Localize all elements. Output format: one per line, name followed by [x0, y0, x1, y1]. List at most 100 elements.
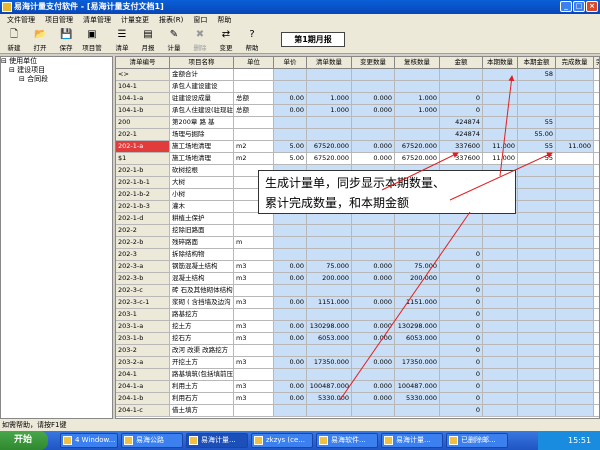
table-cell[interactable] — [518, 285, 556, 297]
table-cell[interactable] — [518, 393, 556, 405]
table-cell[interactable] — [234, 249, 274, 261]
table-cell[interactable]: 0.00 — [274, 261, 307, 273]
table-cell[interactable]: 1.000 — [307, 105, 352, 117]
table-cell[interactable]: 204-1-c — [116, 405, 170, 417]
table-cell[interactable]: 55 — [518, 141, 556, 153]
table-cell[interactable]: 挖石方 — [170, 333, 234, 345]
table-cell[interactable] — [518, 177, 556, 189]
table-cell[interactable] — [307, 213, 352, 225]
table-cell[interactable] — [307, 345, 352, 357]
table-cell[interactable] — [352, 405, 395, 417]
table-cell[interactable]: 55 — [518, 153, 556, 165]
col-header-period-amount[interactable]: 本期金额 — [518, 57, 556, 69]
table-cell[interactable] — [556, 345, 594, 357]
table-cell[interactable]: 0 — [440, 297, 483, 309]
table-row[interactable]: 202-2-b 残碎路面 m — [116, 237, 599, 249]
change-button[interactable]: ⇄ 变更 — [214, 28, 238, 52]
table-cell[interactable] — [556, 285, 594, 297]
table-cell[interactable]: 承包人住建设(驻现驻地) — [170, 105, 234, 117]
table-cell[interactable]: 总额 — [234, 105, 274, 117]
table-cell[interactable] — [483, 81, 518, 93]
table-cell[interactable]: 0.00 — [274, 393, 307, 405]
col-header-name[interactable]: 项目名称 — [170, 57, 234, 69]
table-cell[interactable]: <> — [116, 69, 170, 81]
table-cell[interactable]: 砖 石及其他砌体结构 — [170, 285, 234, 297]
table-cell[interactable] — [556, 357, 594, 369]
table-cell[interactable] — [594, 177, 599, 189]
table-cell[interactable] — [395, 285, 440, 297]
table-cell[interactable]: m3 — [234, 297, 274, 309]
table-cell[interactable]: 6053.000 — [307, 333, 352, 345]
table-cell[interactable]: 0.00 — [274, 357, 307, 369]
table-cell[interactable] — [234, 117, 274, 129]
table-cell[interactable]: 202-3 — [116, 249, 170, 261]
table-cell[interactable]: 0 — [440, 93, 483, 105]
table-cell[interactable] — [518, 201, 556, 213]
table-row[interactable]: 202-3-c 砖 石及其他砌体结构 0 — [116, 285, 599, 297]
open-button[interactable]: 📂 打开 — [28, 28, 52, 52]
table-cell[interactable] — [352, 285, 395, 297]
table-cell[interactable]: 337600 — [440, 153, 483, 165]
table-cell[interactable]: 借土填方 — [170, 405, 234, 417]
menu-window[interactable]: 窗口 — [188, 15, 212, 25]
table-cell[interactable] — [518, 309, 556, 321]
table-cell[interactable] — [594, 345, 599, 357]
table-cell[interactable]: 203-2 — [116, 345, 170, 357]
table-cell[interactable] — [395, 225, 440, 237]
table-cell[interactable] — [274, 309, 307, 321]
table-cell[interactable] — [395, 81, 440, 93]
table-row[interactable]: 203-1 路基挖方 0 — [116, 309, 599, 321]
table-cell[interactable]: 0.000 — [352, 393, 395, 405]
taskbar-item[interactable]: 4 Window... — [60, 433, 118, 448]
table-cell[interactable] — [594, 357, 599, 369]
table-cell[interactable] — [395, 237, 440, 249]
table-cell[interactable]: 利用石方 — [170, 393, 234, 405]
table-cell[interactable]: 200 — [116, 117, 170, 129]
table-row[interactable]: 202-3-b 混凝土结构 m3 0.00 200.000 0.000 200.000 0 — [116, 273, 599, 285]
table-cell[interactable] — [594, 189, 599, 201]
table-cell[interactable]: m2 — [234, 153, 274, 165]
table-row[interactable]: 204-1路基填筑(包括填前压实) 0 — [116, 369, 599, 381]
period-button[interactable]: 第1期月报 — [281, 32, 345, 47]
table-cell[interactable]: 75.000 — [307, 261, 352, 273]
table-cell[interactable] — [518, 333, 556, 345]
table-cell[interactable]: m2 — [234, 141, 274, 153]
table-cell[interactable]: 0.00 — [274, 105, 307, 117]
table-cell[interactable]: 11.000 — [483, 153, 518, 165]
table-cell[interactable]: 总额 — [234, 93, 274, 105]
table-cell[interactable] — [483, 237, 518, 249]
col-header-bill-qty[interactable]: 清单数量 — [307, 57, 352, 69]
table-cell[interactable] — [556, 213, 594, 225]
table-cell[interactable]: 0.000 — [352, 381, 395, 393]
table-cell[interactable]: 浆砌 ( 含挡墙及边沟 ) — [170, 297, 234, 309]
table-cell[interactable]: 203-1-b — [116, 333, 170, 345]
table-cell[interactable]: 67520.000 — [307, 141, 352, 153]
col-header-more[interactable]: 完 — [594, 57, 599, 69]
table-cell[interactable]: 104-1-b — [116, 105, 170, 117]
table-cell[interactable] — [307, 237, 352, 249]
col-header-change-qty[interactable]: 变更数量 — [352, 57, 395, 69]
table-cell[interactable] — [556, 249, 594, 261]
table-cell[interactable] — [483, 309, 518, 321]
table-cell[interactable]: 钢筋混凝土结构 — [170, 261, 234, 273]
table-cell[interactable] — [395, 249, 440, 261]
table-cell[interactable] — [483, 225, 518, 237]
table-cell[interactable]: 6053.000 — [395, 333, 440, 345]
table-cell[interactable] — [518, 369, 556, 381]
table-cell[interactable]: 0 — [440, 105, 483, 117]
col-header-unit[interactable]: 单位 — [234, 57, 274, 69]
table-cell[interactable] — [307, 309, 352, 321]
table-cell[interactable]: 0.000 — [352, 321, 395, 333]
table-cell[interactable] — [483, 261, 518, 273]
table-cell[interactable] — [518, 105, 556, 117]
table-cell[interactable]: 0.00 — [274, 381, 307, 393]
table-cell[interactable]: 202-1-d — [116, 213, 170, 225]
table-cell[interactable]: 0.00 — [274, 321, 307, 333]
table-cell[interactable]: 100487.000 — [395, 381, 440, 393]
table-cell[interactable]: m3 — [234, 321, 274, 333]
table-row[interactable]: 202-1-a 施工场地清理 m2 5.00 67520.000 0.000 67520.0… — [116, 141, 599, 153]
table-cell[interactable] — [307, 81, 352, 93]
table-cell[interactable]: 17350.000 — [307, 357, 352, 369]
table-cell[interactable] — [594, 117, 599, 129]
table-cell[interactable]: 11.000 — [556, 141, 594, 153]
